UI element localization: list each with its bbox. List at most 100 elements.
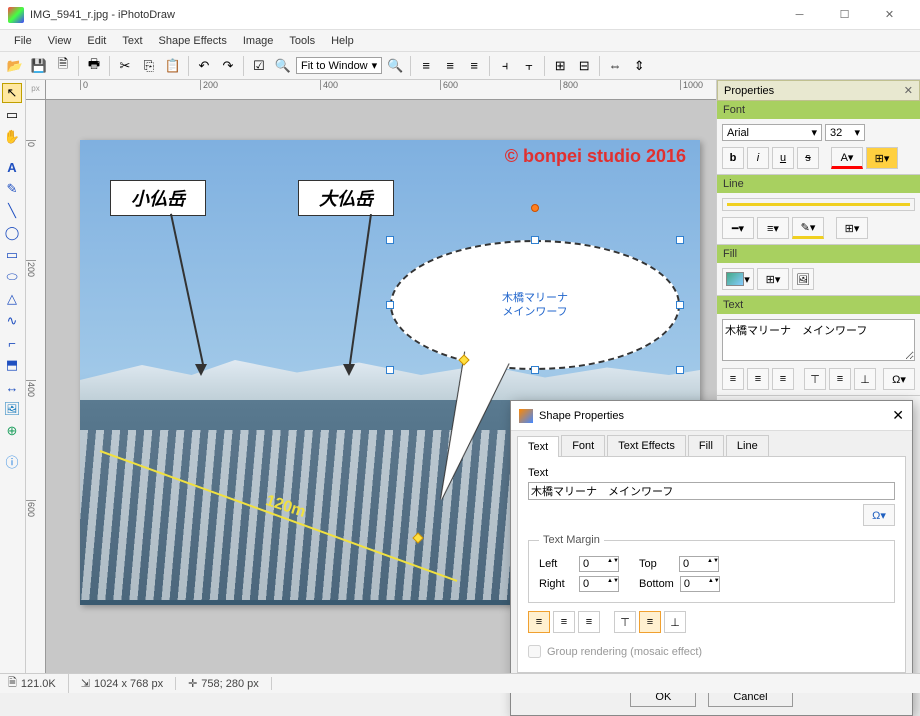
dlg-halign-right[interactable]: ≡ [578,611,600,633]
fill-image-button[interactable]: 🖼 [792,268,814,290]
undo-button[interactable]: ↶ [193,55,215,77]
menu-tools[interactable]: Tools [281,33,323,49]
dlg-halign-center[interactable]: ≡ [553,611,575,633]
dlg-valign-top[interactable]: ⊤ [614,611,636,633]
properties-close-icon[interactable]: ✕ [904,84,913,97]
menu-view[interactable]: View [40,33,80,49]
margin-top-input[interactable]: ▲▼ [679,556,719,572]
paste-button[interactable]: 📋 [162,55,184,77]
font-family-combo[interactable]: Arial▾ [722,124,822,141]
info-tool[interactable]: ⓘ [2,451,22,471]
zoom-out-button[interactable]: 🔍 [272,55,294,77]
zoom-combo[interactable]: Fit to Window ▾ [296,57,382,74]
dimension-tool[interactable]: ↔ [2,377,22,397]
rotate-handle[interactable] [531,204,539,212]
menu-shape-effects[interactable]: Shape Effects [151,33,235,49]
pan-tool[interactable]: ✋ [2,127,22,147]
menu-edit[interactable]: Edit [79,33,114,49]
triangle-tool[interactable]: △ [2,289,22,309]
rect-select-tool[interactable]: ▭ [2,105,22,125]
text-valign-bot-button[interactable]: ⊥ [854,368,876,390]
distribute-h-button[interactable]: ⫞ [494,55,516,77]
ungroup-button[interactable]: ⊟ [573,55,595,77]
text-align-center-button[interactable]: ≡ [747,368,769,390]
print-button[interactable]: 🖶 [83,55,105,77]
line-color-button[interactable]: ✎▾ [792,217,824,239]
dlg-halign-left[interactable]: ≡ [528,611,550,633]
ellipse-outline-tool[interactable]: ◯ [2,223,22,243]
curve-tool[interactable]: ∿ [2,311,22,331]
margin-bottom-input[interactable]: ▲▼ [680,576,720,592]
align-center-button[interactable]: ≡ [439,55,461,77]
line-pattern-button[interactable]: ⊞▾ [836,217,868,239]
save-button[interactable]: 💾 [28,55,50,77]
fit-width-button[interactable]: ⇔ [604,55,626,77]
line-weight-button[interactable]: ≡▾ [757,217,789,239]
text-valign-mid-button[interactable]: ≡ [829,368,851,390]
menu-text[interactable]: Text [114,33,150,49]
dialog-text-input[interactable] [528,482,895,500]
insert-symbol-button[interactable]: Ω▾ [883,368,915,390]
redo-button[interactable]: ↷ [217,55,239,77]
fit-height-button[interactable]: ⇕ [628,55,650,77]
dialog-titlebar[interactable]: Shape Properties ✕ [511,401,912,431]
cut-button[interactable]: ✂ [114,55,136,77]
distribute-v-button[interactable]: ⫟ [518,55,540,77]
line-tool[interactable]: ╲ [2,201,22,221]
polyline-tool[interactable]: ⌐ [2,333,22,353]
align-left-button[interactable]: ≡ [415,55,437,77]
arrow-1[interactable] [170,214,205,369]
text-align-right-button[interactable]: ≡ [772,368,794,390]
group-button[interactable]: ⊞ [549,55,571,77]
font-color-button[interactable]: A▾ [831,147,863,169]
tab-text[interactable]: Text [517,436,559,457]
dialog-symbol-button[interactable]: Ω▾ [863,504,895,526]
font-size-combo[interactable]: 32▾ [825,124,865,141]
image-tool[interactable]: 🖼 [2,399,22,419]
text-tool[interactable]: A [2,157,22,177]
callout-tool[interactable]: ⬒ [2,355,22,375]
callout-shape[interactable]: 木橋マリーナ メインワーフ [390,240,680,370]
underline-button[interactable]: u [772,147,794,169]
resize-handle-sw[interactable] [386,366,394,374]
label-box-2[interactable]: 大仏岳 [298,180,394,216]
text-align-left-button[interactable]: ≡ [722,368,744,390]
text-valign-top-button[interactable]: ⊤ [804,368,826,390]
margin-left-input[interactable]: ▲▼ [579,556,619,572]
tab-line[interactable]: Line [726,435,769,456]
resize-handle-nw[interactable] [386,236,394,244]
resize-handle-s[interactable] [531,366,539,374]
stamp-tool[interactable]: ⊕ [2,421,22,441]
menu-image[interactable]: Image [235,33,282,49]
resize-handle-w[interactable] [386,301,394,309]
pen-tool[interactable]: ✎ [2,179,22,199]
copy-button[interactable]: ⎘ [138,55,160,77]
fill-color-button[interactable]: ▾ [722,268,754,290]
ellipse-fill-tool[interactable]: ⬭ [2,267,22,287]
highlight-button[interactable]: ⊞▾ [866,147,898,169]
resize-handle-se[interactable] [676,366,684,374]
resize-handle-e[interactable] [676,301,684,309]
dlg-valign-mid[interactable]: ≡ [639,611,661,633]
arrow-2[interactable] [348,214,372,371]
resize-handle-ne[interactable] [676,236,684,244]
zoom-in-button[interactable]: 🔍 [384,55,406,77]
strike-button[interactable]: s [797,147,819,169]
maximize-button[interactable]: ☐ [822,0,867,30]
toggle-button[interactable]: ☑ [248,55,270,77]
align-right-button[interactable]: ≡ [463,55,485,77]
pointer-tool[interactable]: ↖ [2,83,22,103]
tab-font[interactable]: Font [561,435,605,456]
rect-outline-tool[interactable]: ▭ [2,245,22,265]
menu-file[interactable]: File [6,33,40,49]
tab-fill[interactable]: Fill [688,435,724,456]
label-box-1[interactable]: 小仏岳 [110,180,206,216]
tab-text-effects[interactable]: Text Effects [607,435,686,456]
bold-button[interactable]: b [722,147,744,169]
menu-help[interactable]: Help [323,33,362,49]
italic-button[interactable]: i [747,147,769,169]
dialog-close-button[interactable]: ✕ [892,407,904,424]
dlg-valign-bot[interactable]: ⊥ [664,611,686,633]
minimize-button[interactable]: ─ [777,0,822,30]
save-as-button[interactable]: 🗎 [52,55,74,77]
